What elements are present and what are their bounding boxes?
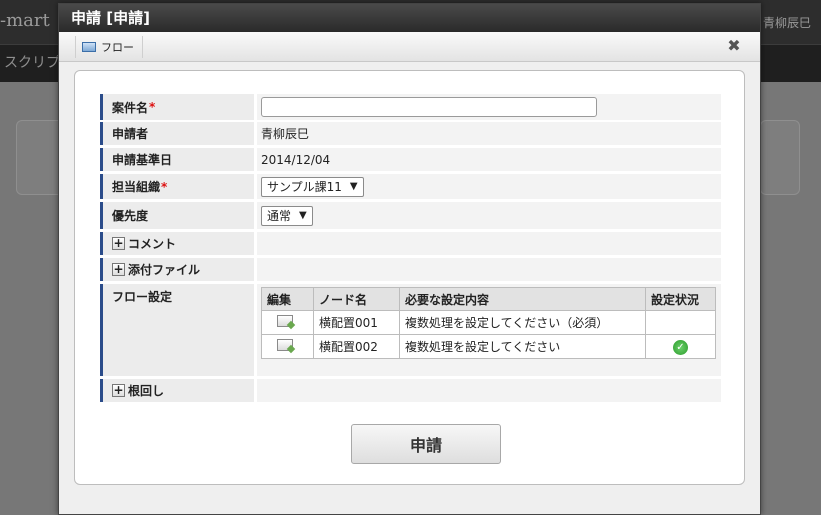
row-priority: 優先度 通常 ▼	[100, 202, 721, 229]
attachment-toggle[interactable]: + 添付ファイル	[100, 258, 254, 281]
nemawashi-toggle[interactable]: + 根回し	[100, 379, 254, 402]
row-case-name: 案件名 *	[100, 94, 721, 120]
edit-icon[interactable]	[277, 339, 293, 351]
case-name-label: 案件名 *	[100, 94, 254, 120]
dropdown-arrow-icon: ▼	[299, 210, 307, 221]
flow-tab[interactable]: フロー	[75, 36, 143, 58]
table-header: 必要な設定内容	[399, 287, 646, 311]
dialog-title: 申請 [申請]	[59, 4, 760, 32]
apply-button[interactable]: 申請	[351, 424, 501, 464]
apply-dialog: 申請 [申請] フロー ✖ 案件名 * 申請者 青柳辰巳 申請基準日 2014/1…	[58, 3, 761, 515]
dialog-toolbar: フロー ✖	[59, 32, 760, 62]
flow-icon	[82, 42, 96, 52]
org-select[interactable]: サンプル課11 ▼	[261, 176, 364, 197]
row-attachment: + 添付ファイル	[100, 258, 721, 281]
form-panel: 案件名 * 申請者 青柳辰巳 申請基準日 2014/12/04 担当組織 * サンプ…	[74, 70, 745, 485]
setting-status	[645, 310, 716, 335]
priority-label: 優先度	[100, 202, 254, 229]
table-header: 設定状況	[645, 287, 716, 311]
required-mark: *	[161, 179, 168, 194]
setting-status: ✓	[645, 334, 716, 359]
node-name: 横配置001	[313, 310, 400, 335]
flow-settings-label: フロー設定	[100, 284, 254, 376]
row-nemawashi: + 根回し	[100, 379, 721, 402]
flow-table: 編集 ノード名 必要な設定内容 設定状況 横配置001 複数処理を設定してくださ…	[261, 287, 716, 359]
table-header: ノード名	[313, 287, 400, 311]
expand-icon: +	[112, 262, 125, 276]
close-icon[interactable]: ✖	[724, 36, 744, 56]
base-date-value: 2014/12/04	[257, 148, 721, 171]
applicant-label: 申請者	[100, 122, 254, 145]
setting-content: 複数処理を設定してください	[399, 334, 646, 359]
case-name-input[interactable]	[261, 97, 597, 117]
setting-content: 複数処理を設定してください（必須）	[399, 310, 646, 335]
background-card	[760, 120, 800, 195]
check-circle-icon: ✓	[673, 339, 688, 355]
background-logo: -mart	[0, 10, 50, 31]
row-flow-settings: フロー設定 編集 ノード名 必要な設定内容 設定状況 横配置001 複数処理を設…	[100, 284, 721, 376]
edit-icon[interactable]	[277, 315, 293, 327]
table-header: 編集	[261, 287, 314, 311]
background-menu-item: スクリプ	[4, 55, 60, 71]
base-date-label: 申請基準日	[100, 148, 254, 171]
row-applicant: 申請者 青柳辰巳	[100, 122, 721, 145]
table-row: 横配置001 複数処理を設定してください（必須）	[261, 310, 716, 335]
comment-toggle[interactable]: + コメント	[100, 232, 254, 255]
flow-tab-label: フロー	[101, 41, 134, 54]
applicant-value: 青柳辰巳	[257, 122, 721, 145]
table-row: 横配置002 複数処理を設定してください ✓	[261, 334, 716, 359]
row-comment: + コメント	[100, 232, 721, 255]
expand-icon: +	[112, 383, 125, 397]
row-org: 担当組織 * サンプル課11 ▼	[100, 174, 721, 199]
required-mark: *	[149, 100, 156, 114]
background-user-name: 青柳辰巳	[762, 16, 811, 30]
org-label: 担当組織 *	[100, 174, 254, 199]
dropdown-arrow-icon: ▼	[349, 181, 358, 192]
row-base-date: 申請基準日 2014/12/04	[100, 148, 721, 171]
priority-select[interactable]: 通常 ▼	[261, 205, 313, 226]
expand-icon: +	[112, 236, 125, 250]
node-name: 横配置002	[313, 334, 400, 359]
